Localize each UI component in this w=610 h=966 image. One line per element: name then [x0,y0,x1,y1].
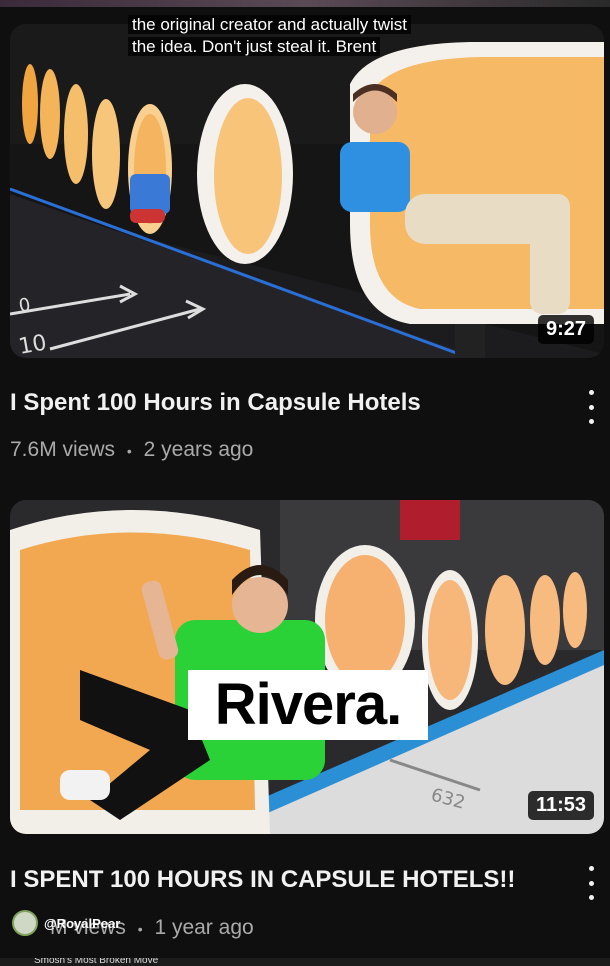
next-video-title: Smosh's Most Broken Move [34,958,159,966]
video-thumbnail-2[interactable]: 632 11:53 [10,500,604,834]
caption-line-2: the idea. Don't just steal it. Brent [128,37,381,56]
view-count: 7.6M views [10,438,116,461]
next-video-strip[interactable]: Smosh's Most Broken Move [0,958,610,966]
video-title[interactable]: I Spent 100 Hours in Capsule Hotels [10,389,421,417]
video-duration-badge: 9:27 [537,315,594,344]
upload-age: 1 year ago [154,916,254,939]
video-thumbnail-1[interactable]: 10 0 9:27 [10,24,604,358]
meta-separator: • [126,443,132,459]
avatar [12,910,38,936]
subtitle-caption-large: Rivera. [188,670,428,740]
upload-age: 2 years ago [143,438,254,461]
svg-text:10: 10 [17,330,49,358]
more-options-icon[interactable] [586,390,596,424]
meta-separator: • [137,921,143,937]
video-title[interactable]: I SPENT 100 HOURS IN CAPSULE HOTELS!! [10,866,515,894]
top-progress-strip [0,0,610,7]
thumbnail-image-1: 10 0 [10,24,604,358]
video-meta: 7.6M views • 2 years ago [10,438,253,462]
caption-line-1: the original creator and actually twist [128,15,411,34]
subtitle-caption: the original creator and actually twist … [128,14,478,58]
more-options-icon[interactable] [586,866,596,900]
video-duration-badge: 11:53 [527,791,594,820]
creator-handle: @RoyalPear [44,915,121,931]
thumbnail-image-2: 632 [10,500,604,834]
creator-watermark: @RoyalPear [12,910,120,936]
